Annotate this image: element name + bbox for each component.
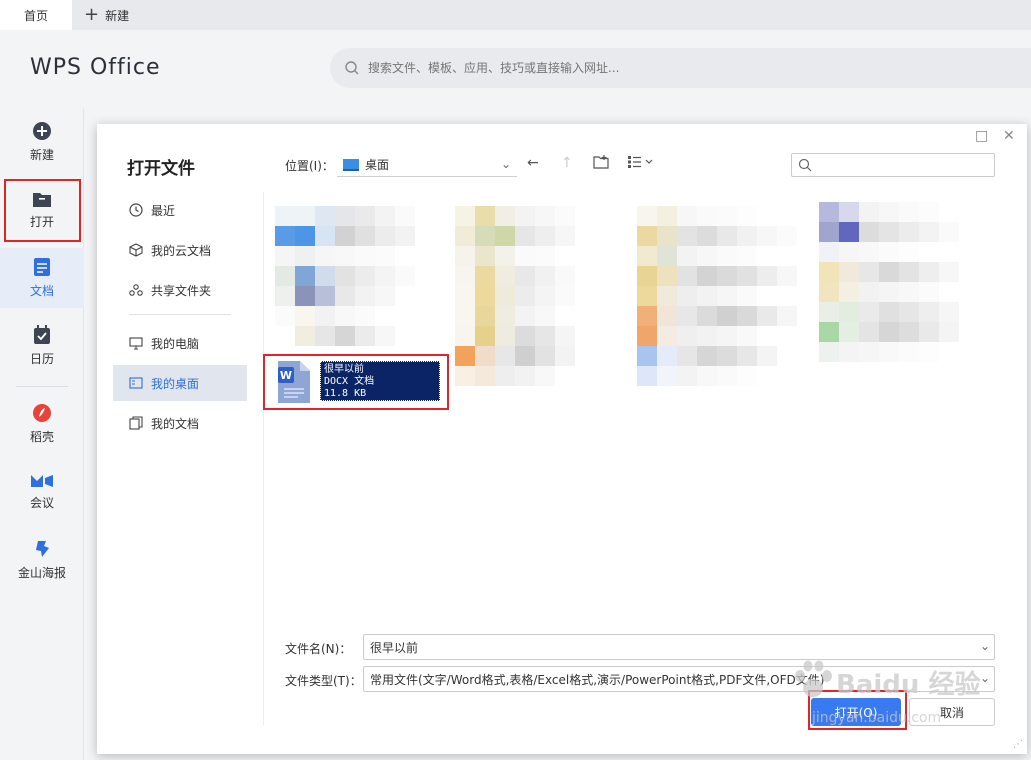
chevron-down-icon[interactable]: ⌄ xyxy=(977,639,990,653)
nav-new-label: 新建 xyxy=(29,148,54,162)
nav-docs-label: 文档 xyxy=(29,284,54,298)
sidebar-item-label: 最近 xyxy=(151,203,176,218)
wps-logo: WPS Office xyxy=(30,55,161,80)
location-value: 桌面 xyxy=(365,158,390,172)
sidebar-item-label: 我的文档 xyxy=(151,416,200,431)
nav-new[interactable]: 新建 xyxy=(0,112,84,172)
sidebar-item-computer[interactable]: 我的电脑 xyxy=(113,325,247,361)
back-arrow-icon[interactable]: ← xyxy=(527,155,539,171)
dialog-search-field[interactable] xyxy=(791,153,995,177)
desktop-icon xyxy=(129,377,143,389)
highlight-box-open-button xyxy=(808,690,907,730)
desktop-folder-icon xyxy=(343,158,359,171)
sidebar-item-label: 我的桌面 xyxy=(151,376,200,391)
sidebar-item-shared[interactable]: 共享文件夹 xyxy=(113,272,247,308)
filename-field[interactable]: 很早以前 ⌄ xyxy=(363,634,995,660)
daoke-icon xyxy=(33,404,51,422)
resize-grip-icon[interactable]: ⋰ xyxy=(1013,739,1023,750)
tab-bar: 首页 + 新建 xyxy=(0,0,1031,30)
chevron-down-icon: ⌄ xyxy=(500,157,511,171)
sidebar-item-label: 我的电脑 xyxy=(151,336,200,351)
filetype-select[interactable]: 常用文件(文字/Word格式,表格/Excel格式,演示/PowerPoint格… xyxy=(363,666,995,692)
sidebar-separator xyxy=(129,314,231,315)
tab-new-label: 新建 xyxy=(105,8,130,23)
search-icon xyxy=(345,61,359,75)
new-folder-icon[interactable] xyxy=(593,155,609,173)
sidebar-item-label: 共享文件夹 xyxy=(151,283,212,298)
monitor-icon xyxy=(129,337,143,350)
nav-meeting[interactable]: 会议 xyxy=(0,462,84,522)
plus-icon: + xyxy=(84,4,100,25)
share-group-icon xyxy=(129,284,143,296)
sidebar-item-recent[interactable]: 最近 xyxy=(113,192,247,228)
blurred-file-item xyxy=(275,206,415,346)
nav-daoke[interactable]: 稻壳 xyxy=(0,394,84,454)
search-icon xyxy=(798,158,812,172)
documents-icon xyxy=(129,416,143,430)
blurred-file-item xyxy=(819,202,959,362)
filetype-value: 常用文件(文字/Word格式,表格/Excel格式,演示/PowerPoint格… xyxy=(370,672,825,687)
sidebar-item-cloud[interactable]: 我的云文档 xyxy=(113,232,247,268)
location-label: 位置(I)： xyxy=(285,159,334,173)
highlight-box-file xyxy=(263,354,449,410)
nav-meeting-label: 会议 xyxy=(29,496,54,510)
location-select[interactable]: 桌面 ⌄ xyxy=(337,153,517,177)
nav-docs[interactable]: 文档 xyxy=(0,248,84,308)
nav-poster[interactable]: 金山海报 xyxy=(0,530,84,590)
cancel-button-label: 取消 xyxy=(939,705,964,720)
highlight-box-open xyxy=(4,179,81,242)
tab-home-label: 首页 xyxy=(23,8,48,23)
document-icon xyxy=(34,258,50,276)
view-mode-icon[interactable] xyxy=(627,155,655,173)
search-bar[interactable] xyxy=(330,48,1031,88)
chevron-down-icon[interactable]: ⌄ xyxy=(977,671,990,685)
header: WPS Office xyxy=(0,30,1031,108)
close-icon[interactable]: ✕ xyxy=(1003,128,1015,144)
nav-calendar[interactable]: 日历 xyxy=(0,316,84,376)
filename-value: 很早以前 xyxy=(370,640,419,655)
filetype-label: 文件类型(T)： xyxy=(285,674,362,688)
open-file-dialog: □ ✕ 打开文件 最近 我的云文档 共享文件夹 我的电脑 我的桌面 我的文档 位… xyxy=(97,124,1027,754)
tab-new[interactable]: + 新建 xyxy=(84,0,129,30)
clock-icon xyxy=(129,203,143,217)
nav-calendar-label: 日历 xyxy=(29,352,54,366)
nav-daoke-label: 稻壳 xyxy=(29,430,54,444)
nav-poster-label: 金山海报 xyxy=(17,566,66,580)
cancel-button[interactable]: 取消 xyxy=(909,698,995,726)
sidebar-item-desktop[interactable]: 我的桌面 xyxy=(113,365,247,401)
blurred-file-item xyxy=(455,206,575,386)
sidebar-item-documents[interactable]: 我的文档 xyxy=(113,405,247,441)
cube-icon xyxy=(129,243,143,257)
sidebar-item-label: 我的云文档 xyxy=(151,243,212,258)
add-circle-icon xyxy=(33,122,51,140)
blurred-file-item xyxy=(637,206,797,386)
poster-icon xyxy=(36,541,49,557)
meeting-icon xyxy=(31,475,53,487)
tab-home[interactable]: 首页 xyxy=(0,0,72,30)
nav-separator xyxy=(16,386,68,387)
dialog-title: 打开文件 xyxy=(127,159,195,179)
dialog-sidebar: 最近 我的云文档 共享文件夹 我的电脑 我的桌面 我的文档 xyxy=(113,192,247,445)
maximize-icon[interactable]: □ xyxy=(975,128,988,144)
filename-label: 文件名(N)： xyxy=(285,642,352,656)
search-input[interactable] xyxy=(368,61,968,75)
up-arrow-icon[interactable]: ↑ xyxy=(561,155,573,171)
calendar-icon xyxy=(34,325,50,344)
